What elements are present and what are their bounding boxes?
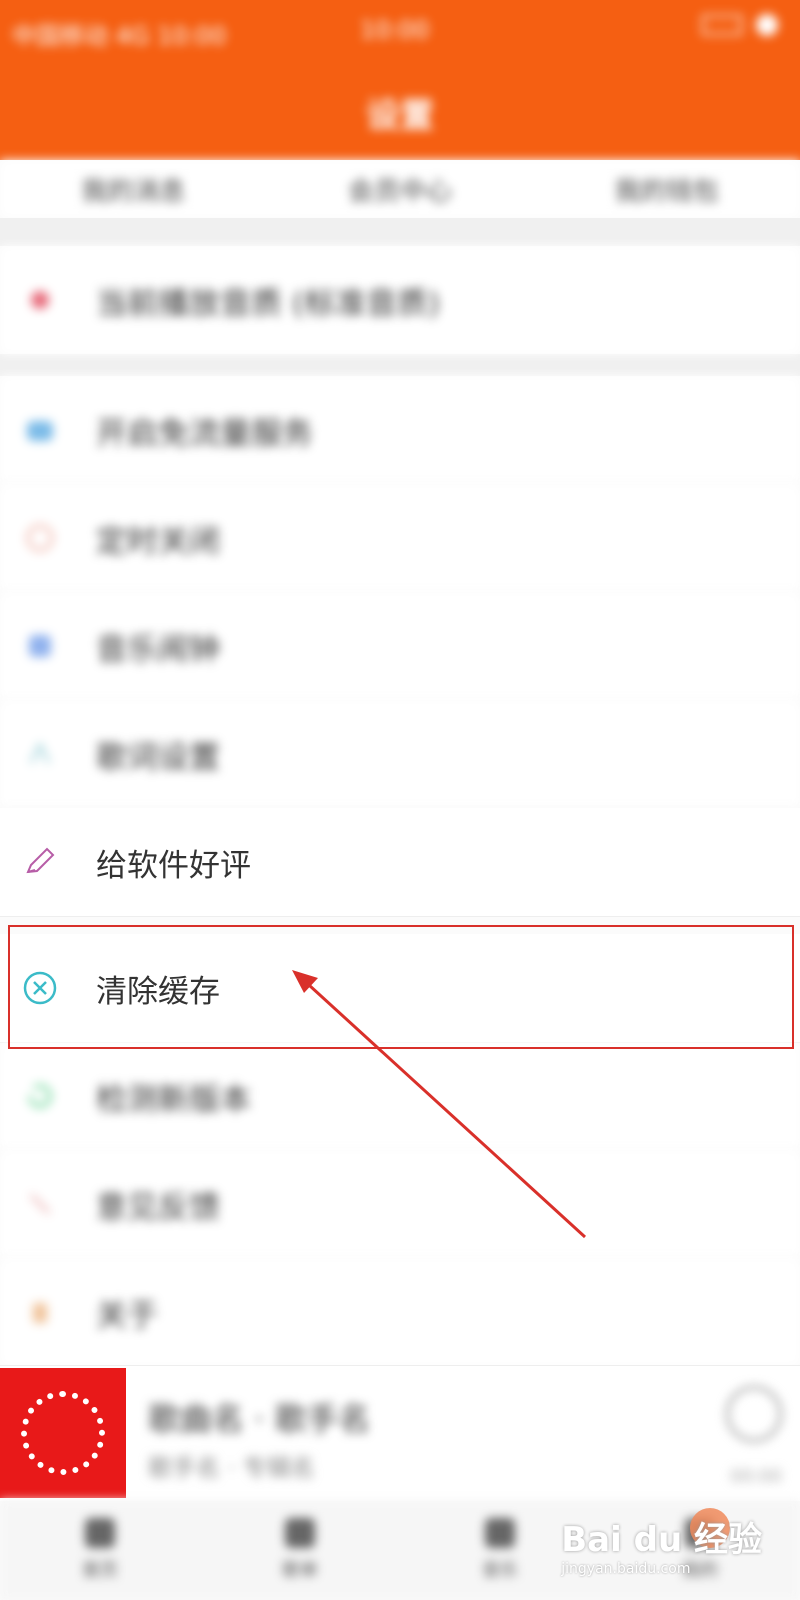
row-label: 检测新版本 xyxy=(96,1081,251,1118)
mini-player[interactable]: 歌曲名 · 歌手名 歌手名 · 专辑名 00:00 xyxy=(0,1365,800,1501)
nav-label: 音乐 xyxy=(482,1560,518,1581)
settings-row-rate-app[interactable]: 给软件好评 xyxy=(0,808,800,917)
nav-label: 歌单 xyxy=(282,1560,318,1581)
settings-row-alarm[interactable]: 音乐闹钟 xyxy=(0,592,800,701)
row-label: 关于 xyxy=(96,1297,158,1334)
tab-messages[interactable]: 我的消息 xyxy=(81,171,185,208)
row-label: 音乐闹钟 xyxy=(96,631,220,668)
player-artist: 歌手名 · 专辑名 xyxy=(148,1454,315,1482)
settings-row-feedback[interactable]: 意见反馈 xyxy=(0,1150,800,1259)
music-note-icon xyxy=(285,1518,315,1548)
album-cover[interactable] xyxy=(0,1368,126,1498)
settings-row-free-traffic[interactable]: 开启免流量服务 xyxy=(0,376,800,485)
battery-icon xyxy=(702,15,742,35)
home-icon xyxy=(85,1518,115,1548)
status-time: 10:00 xyxy=(360,16,430,44)
radio-icon xyxy=(485,1518,515,1548)
settings-row-check-version[interactable]: 检测新版本 xyxy=(0,1042,800,1151)
wifi-icon xyxy=(756,14,778,36)
top-tabs: 我的消息 会员中心 我的钱包 xyxy=(0,160,800,218)
lyrics-icon xyxy=(20,734,60,774)
section-divider xyxy=(0,218,800,246)
dot-icon xyxy=(20,280,60,320)
play-button[interactable] xyxy=(726,1386,782,1442)
pencil-icon xyxy=(20,842,60,882)
row-label: 歌词设置 xyxy=(96,739,220,776)
heart-icon xyxy=(21,1391,105,1475)
settings-row-about[interactable]: 关于 xyxy=(0,1258,800,1366)
row-label: 开启免流量服务 xyxy=(96,415,313,452)
row-label: 清除缓存 xyxy=(96,973,220,1010)
row-label: 给软件好评 xyxy=(96,847,251,884)
settings-row-lyrics[interactable]: 歌词设置 xyxy=(0,700,800,809)
section-divider xyxy=(0,354,800,376)
nav-label: 首页 xyxy=(82,1560,118,1581)
status-icons xyxy=(702,14,778,36)
nav-home[interactable]: 首页 xyxy=(82,1518,118,1582)
settings-row-timer[interactable]: 定时关闭 xyxy=(0,484,800,593)
settings-row-clear-cache[interactable]: 清除缓存 xyxy=(0,934,800,1043)
cloud-icon xyxy=(20,410,60,450)
player-song: 歌曲名 · 歌手名 xyxy=(148,1400,371,1438)
info-icon xyxy=(20,1292,60,1332)
clock-icon xyxy=(20,518,60,558)
row-label: 意见反馈 xyxy=(96,1189,220,1226)
nav-playlist[interactable]: 歌单 xyxy=(282,1518,318,1582)
tab-vip[interactable]: 会员中心 xyxy=(348,171,452,208)
watermark: Bai du 经验 jingyan.baidu.com xyxy=(561,1512,762,1577)
row-label: 当前播放音质 (标准音质) xyxy=(96,285,441,322)
tab-wallet[interactable]: 我的钱包 xyxy=(615,171,719,208)
watermark-url: jingyan.baidu.com xyxy=(561,1561,691,1577)
settings-row-quality[interactable]: 当前播放音质 (标准音质) xyxy=(0,246,800,354)
app-header: 中国移动 4G 10:00 10:00 设置 xyxy=(0,0,800,160)
refresh-icon xyxy=(20,1076,60,1116)
player-time: 00:00 xyxy=(730,1466,782,1487)
clear-icon xyxy=(20,968,60,1008)
nav-music[interactable]: 音乐 xyxy=(482,1518,518,1582)
feedback-icon xyxy=(20,1184,60,1224)
page-title: 设置 xyxy=(366,96,434,136)
watermark-brand: Bai du 经验 xyxy=(561,1520,762,1560)
music-icon xyxy=(20,626,60,666)
row-label: 定时关闭 xyxy=(96,523,220,560)
status-bar: 中国移动 4G 10:00 10:00 xyxy=(0,0,800,58)
status-carrier: 中国移动 4G 10:00 xyxy=(12,22,227,50)
